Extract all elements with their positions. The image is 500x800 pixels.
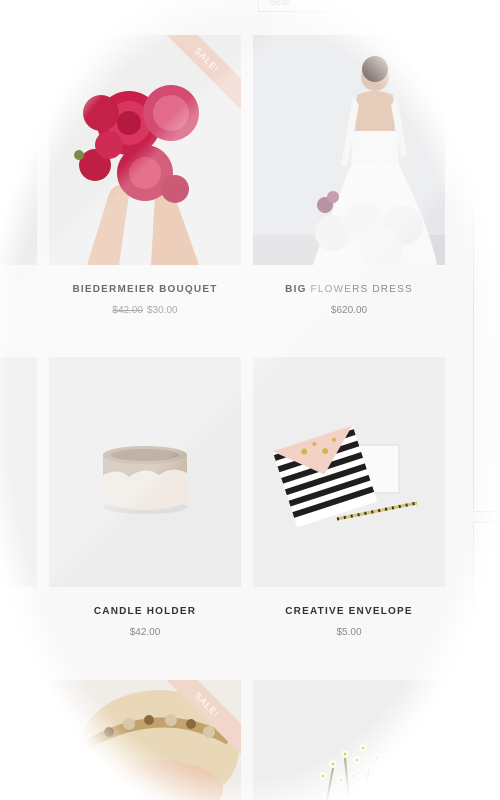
search-input[interactable]: Sear [258,0,453,12]
sale-price: $30.00 [147,305,178,316]
product-image[interactable] [49,357,241,587]
price: $5.00 [336,627,362,638]
product-title-text[interactable]: CANDLE HOLDER [94,606,196,617]
product-image-partial[interactable] [0,680,37,800]
product-image[interactable]: SALE! [49,680,241,800]
thumbnail[interactable] [492,631,500,679]
price: $42.00 [129,627,161,638]
sidebar-widget [473,35,500,197]
product-price: $5.00 [253,627,445,638]
product-image-partial[interactable] [0,357,37,587]
product-image[interactable]: SALE! [49,35,241,265]
price: $620.00 [330,305,368,316]
product-title[interactable]: BIG FLOWERS DRESS [253,284,445,295]
envelope-photo [272,425,418,528]
flowers-photo [318,743,382,800]
thumbnail[interactable] [492,575,500,623]
product-price: $620.00 [253,305,445,316]
candle-holder-photo [103,446,187,514]
product-image[interactable] [253,357,445,587]
product-image[interactable]: OUT OF STOCK [253,35,445,265]
product-title[interactable]: BIEDERMEIER BOUQUET [49,284,241,295]
product-title-text-rest[interactable]: FLOWERS DRESS [311,284,413,295]
product-price: $42.00 [49,627,241,638]
product-title-text[interactable]: CREATIVE ENVELOPE [285,606,412,617]
product-title-text[interactable]: BIG [285,284,306,295]
product-image[interactable] [253,680,445,800]
product-title[interactable]: CREATIVE ENVELOPE [253,606,445,617]
product-grid-page: Sear SALE! BIEDERMEIER BOUQUET $42.00 $3… [0,0,500,800]
product-image-partial[interactable] [0,35,37,265]
product-title[interactable]: CANDLE HOLDER [49,606,241,617]
product-title-text[interactable]: BIEDERMEIER BOUQUET [72,284,217,295]
sidebar-widget [473,205,500,512]
sidebar-widget [473,522,500,800]
product-price: $42.00 $30.00 [49,305,241,316]
old-price: $42.00 [112,305,143,316]
